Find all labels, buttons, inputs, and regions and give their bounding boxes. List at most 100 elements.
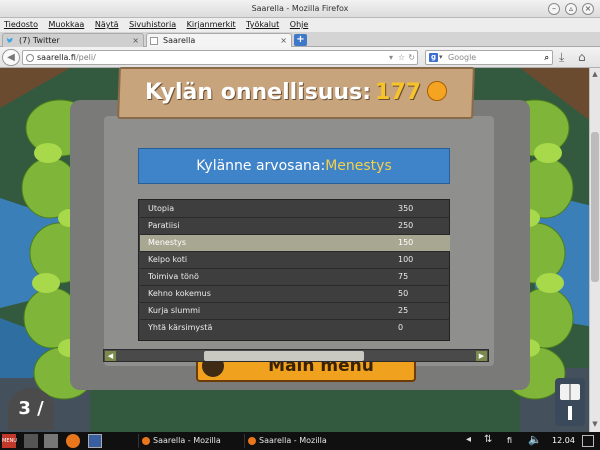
clock[interactable]: 12.04 [552, 432, 575, 450]
window-title: Saarella - Mozilla Firefox [251, 4, 349, 13]
firefox-icon[interactable] [66, 434, 80, 448]
page-scrollbar[interactable]: ▲ ▼ [589, 68, 600, 432]
twitter-icon [6, 37, 14, 43]
search-box[interactable]: g ▾ Google ⌕ [425, 50, 553, 65]
keyboard-layout[interactable]: fi [507, 432, 512, 450]
firefox-icon [142, 437, 150, 445]
search-engine-dropdown-icon[interactable]: ▾ [439, 51, 443, 64]
tab-strip: (7) Twitter × Saarella × + [0, 32, 600, 47]
search-icon[interactable]: ⌕ [545, 51, 549, 64]
smiley-icon [426, 81, 447, 101]
firefox-icon [248, 437, 256, 445]
tab-close-icon[interactable]: × [132, 34, 139, 48]
home-icon[interactable]: ⌂ [578, 50, 586, 64]
network-icon[interactable]: ⇅ [484, 434, 492, 445]
row-name: Yhtä kärsimystä [148, 323, 213, 332]
row-name: Kehno kokemus [148, 289, 211, 298]
row-points: 50 [398, 289, 409, 298]
url-host: saarella.fi [37, 53, 76, 62]
row-name: Kelpo koti [148, 255, 188, 264]
happiness-score: 177 [375, 80, 421, 105]
happiness-label: Kylän onnellisuus: [145, 80, 372, 105]
row-points: 75 [398, 272, 409, 281]
rating-value: Menestys [325, 158, 392, 174]
row-points: 350 [398, 204, 414, 213]
menu-nayta[interactable]: Näytä [95, 20, 119, 29]
folder-icon[interactable] [44, 434, 58, 448]
window-titlebar: Saarella - Mozilla Firefox – ▵ × [0, 0, 600, 18]
dropdown-icon[interactable]: ▾ [389, 51, 393, 64]
start-menu-icon[interactable]: MENU [2, 434, 17, 448]
close-icon[interactable]: × [582, 3, 594, 15]
horizontal-scrollbar[interactable]: ◀ ▶ [103, 349, 489, 362]
navigation-bar: ◀ saarella.fi/peli/ ▾ ☆ ↻ g ▾ Google ⌕ ⤓… [0, 47, 600, 68]
google-icon[interactable]: g [429, 53, 438, 62]
tab-close-icon[interactable]: × [280, 34, 287, 48]
table-row[interactable]: Kehno kokemus 50 [140, 286, 450, 303]
url-bar[interactable]: saarella.fi/peli/ ▾ ☆ ↻ [22, 50, 418, 65]
scrollbar-thumb[interactable] [591, 132, 599, 282]
rating-label: Kylänne arvosana: [196, 158, 326, 174]
table-row[interactable]: Toimiva tönö 75 [140, 269, 450, 286]
row-name: Menestys [148, 238, 187, 247]
taskbar-window-2[interactable]: Saarella - Mozilla Fire... [244, 434, 348, 448]
menu-ohje[interactable]: Ohje [290, 20, 309, 29]
reload-icon[interactable]: ↻ [408, 51, 415, 64]
minimize-icon[interactable]: – [548, 3, 560, 15]
tab-label: Saarella [163, 36, 196, 45]
row-name: Toimiva tönö [148, 272, 199, 281]
back-button[interactable]: ◀ [2, 49, 20, 66]
bookmark-star-icon[interactable]: ☆ [398, 51, 405, 64]
file-manager-icon[interactable] [24, 434, 38, 448]
row-points: 25 [398, 306, 409, 315]
table-row[interactable]: Yhtä kärsimystä 0 [140, 320, 450, 337]
table-row[interactable]: Utopia 350 [140, 201, 450, 218]
scroll-right-icon[interactable]: ▶ [476, 351, 487, 361]
menu-tiedosto[interactable]: Tiedosto [4, 20, 38, 29]
tab-saarella[interactable]: Saarella × [146, 33, 292, 47]
show-desktop-icon[interactable] [582, 435, 594, 447]
row-name: Kurja slummi [148, 306, 201, 315]
search-placeholder: Google [448, 53, 477, 62]
arrow-left-icon[interactable]: ◂ [466, 434, 471, 445]
maximize-icon[interactable]: ▵ [565, 3, 577, 15]
menu-sivuhistoria[interactable]: Sivuhistoria [129, 20, 176, 29]
menu-kirjanmerkit[interactable]: Kirjanmerkit [187, 20, 236, 29]
table-row[interactable]: Paratiisi 250 [140, 218, 450, 235]
menu-tyokalut[interactable]: Työkalut [246, 20, 279, 29]
tab-label: (7) Twitter [19, 36, 60, 45]
row-points: 250 [398, 221, 414, 230]
scroll-left-icon[interactable]: ◀ [105, 351, 116, 361]
volume-icon[interactable]: 🔈 [528, 433, 542, 446]
row-name: Paratiisi [148, 221, 180, 230]
new-tab-button[interactable]: + [294, 34, 307, 46]
table-row[interactable]: Kelpo koti 100 [140, 252, 450, 269]
scroll-down-icon[interactable]: ▼ [591, 420, 599, 428]
scrollbar-thumb[interactable] [204, 351, 364, 361]
taskbar-label: Saarella - Mozilla Fire... [153, 436, 221, 445]
taskbar-window-1[interactable]: Saarella - Mozilla Fire... [138, 434, 242, 448]
badge-text: 3 / [18, 398, 44, 419]
rating-table: Utopia 350 Paratiisi 250 Menestys 150 Kelpo… [138, 199, 450, 341]
row-points: 150 [398, 238, 414, 247]
table-row[interactable]: Kurja slummi 25 [140, 303, 450, 320]
taskbar-label: Saarella - Mozilla Fire... [259, 436, 327, 445]
menu-bar: Tiedosto Muokkaa Näytä Sivuhistoria Kirj… [0, 18, 600, 32]
globe-icon [26, 54, 34, 62]
menu-muokkaa[interactable]: Muokkaa [49, 20, 85, 29]
happiness-title: Kylän onnellisuus: 177 [118, 72, 474, 114]
page-counter-badge[interactable]: 3 / [8, 388, 54, 430]
taskbar: MENU Saarella - Mozilla Fire... Saarella… [0, 432, 600, 450]
firefox-window-icon[interactable] [88, 434, 102, 448]
tab-twitter[interactable]: (7) Twitter × [2, 33, 144, 47]
page-icon [150, 37, 158, 45]
row-points: 0 [398, 323, 404, 332]
url-path: /peli/ [75, 53, 96, 62]
table-row-selected[interactable]: Menestys 150 [140, 235, 450, 252]
village-rating-header: Kylänne arvosana:Menestys [138, 148, 450, 184]
download-icon[interactable]: ⤓ [559, 50, 564, 65]
row-name: Utopia [148, 204, 175, 213]
scroll-up-icon[interactable]: ▲ [591, 70, 599, 78]
book-icon[interactable] [555, 378, 585, 426]
